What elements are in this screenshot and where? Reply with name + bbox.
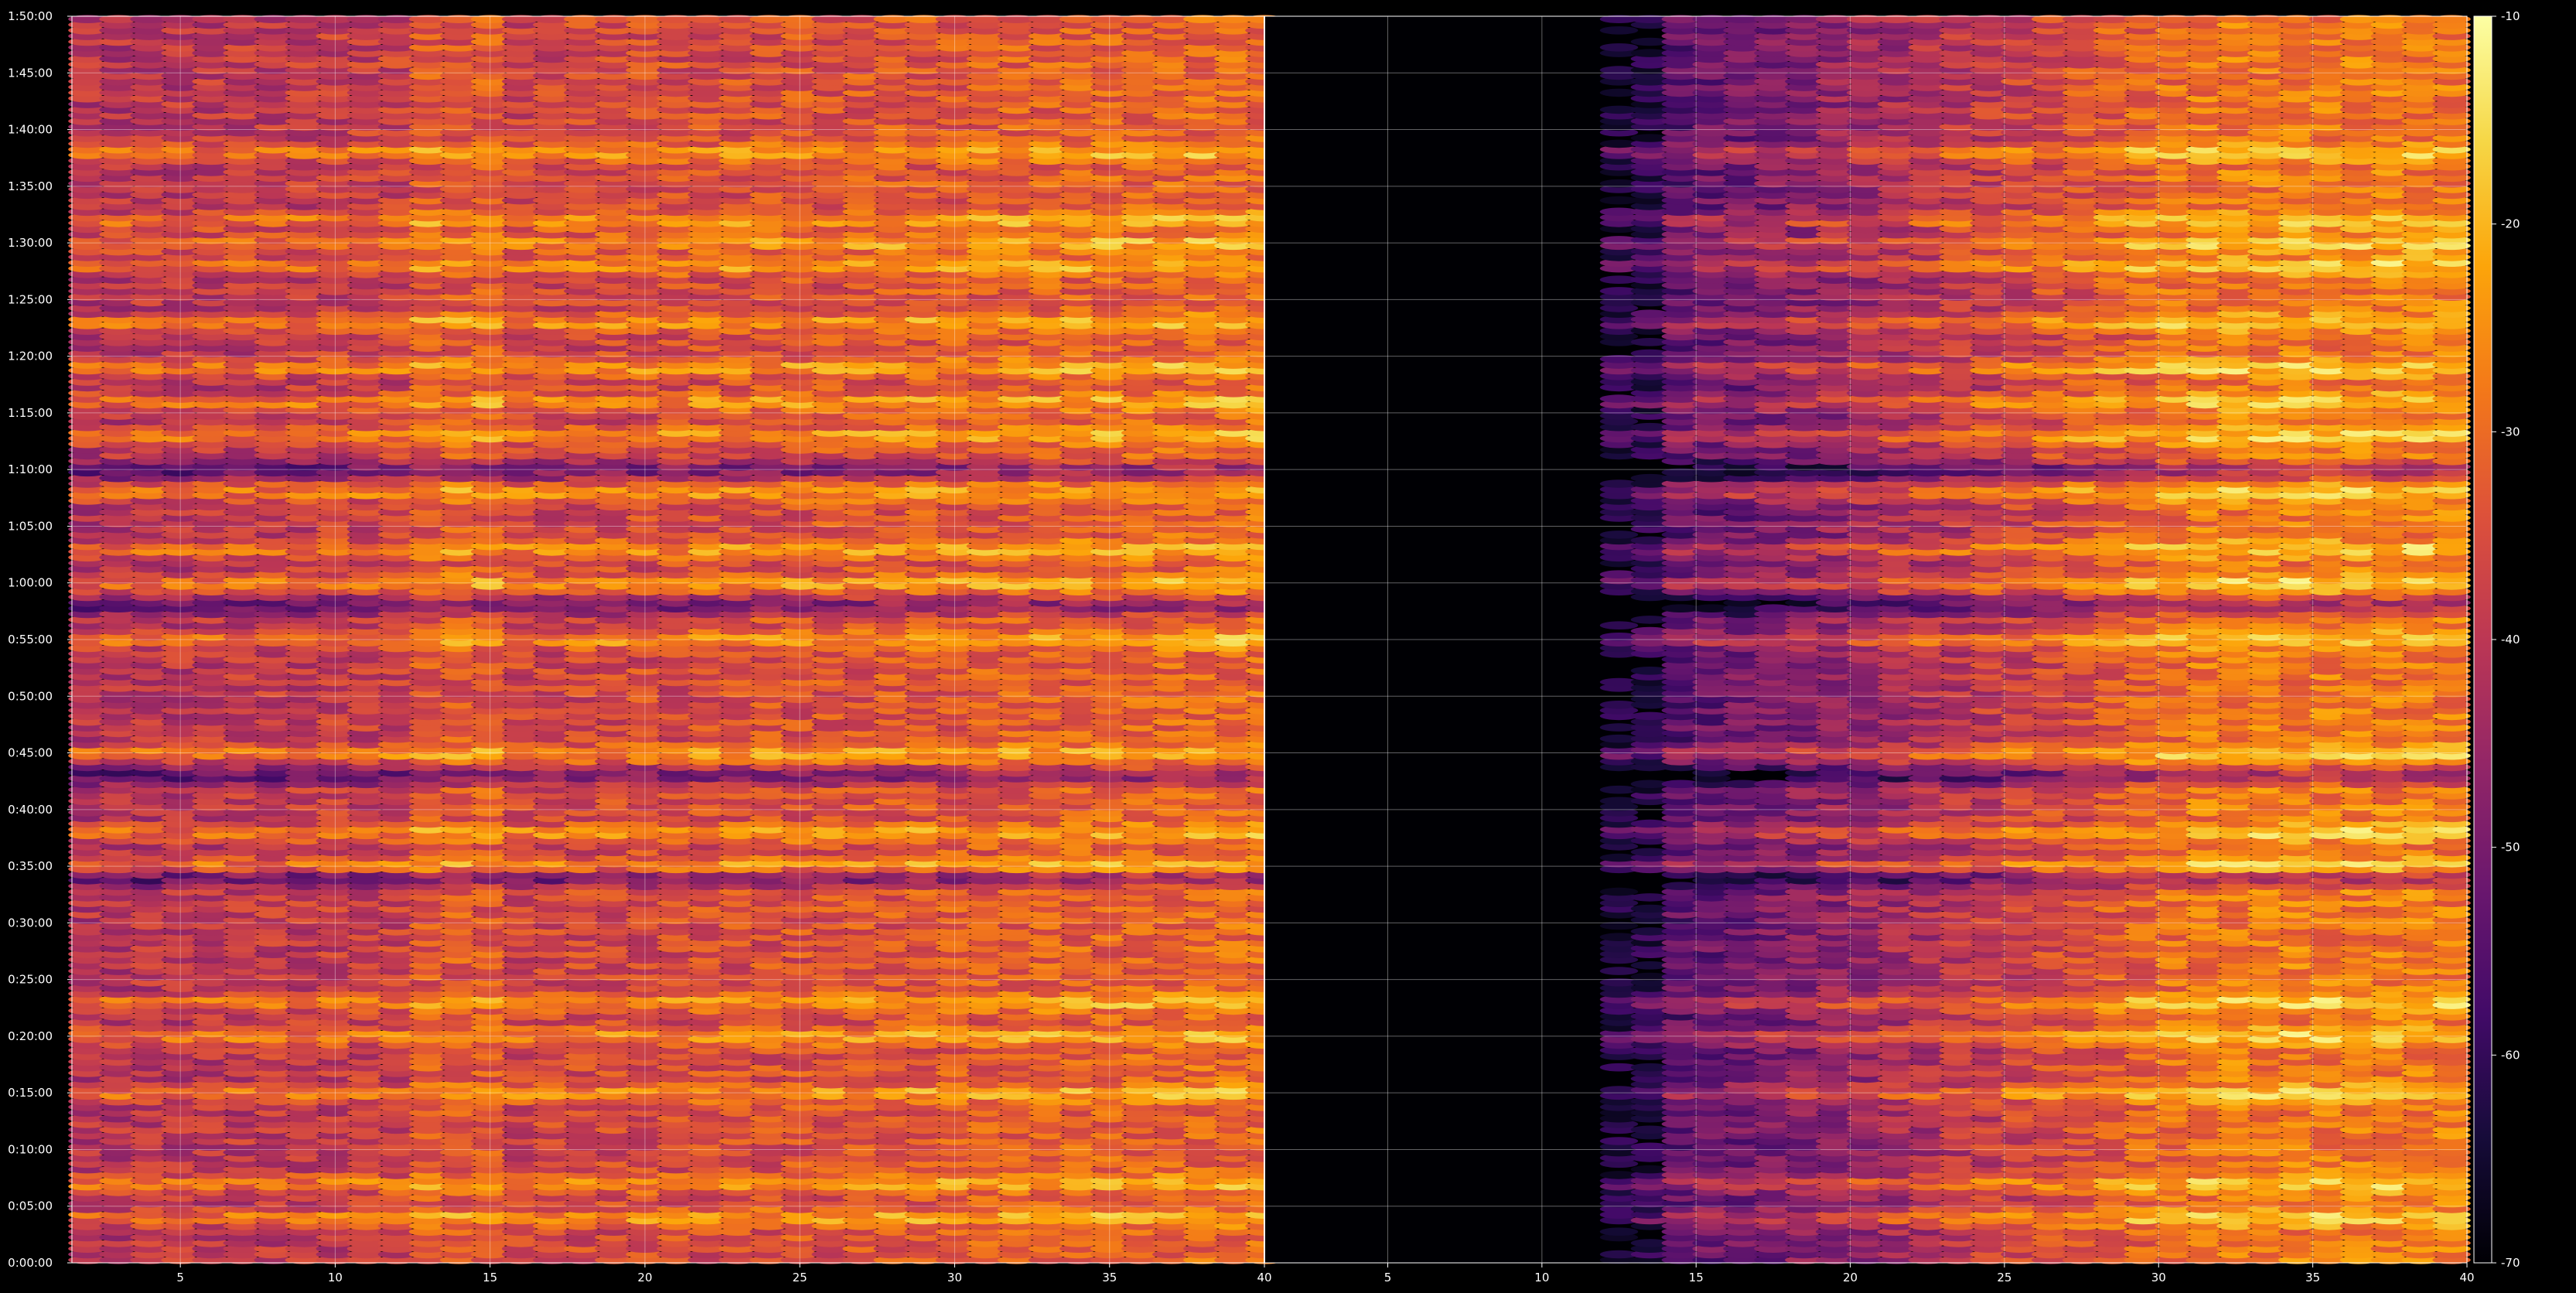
spectrogram-chart: 0:00:000:05:000:10:000:15:000:20:000:25:… — [8, 9, 2520, 1284]
